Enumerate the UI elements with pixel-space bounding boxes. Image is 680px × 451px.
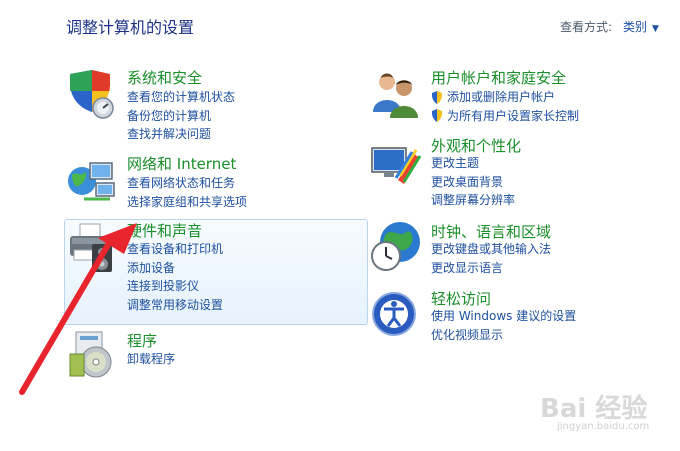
category-hardware-sound[interactable]: 硬件和声音 bbox=[127, 220, 202, 241]
link-screen-resolution[interactable]: 调整屏幕分辨率 bbox=[431, 191, 515, 210]
link-change-theme[interactable]: 更改主题 bbox=[431, 154, 515, 173]
baidu-watermark-url: jingyan.baidu.com bbox=[557, 421, 650, 432]
link-connect-projector[interactable]: 连接到投影仪 bbox=[127, 277, 223, 296]
link-homegroup-sharing[interactable]: 选择家庭组和共享选项 bbox=[127, 193, 247, 212]
link-troubleshoot[interactable]: 查找并解决问题 bbox=[127, 125, 235, 144]
appearance-icon[interactable] bbox=[370, 140, 422, 196]
ease-of-access-icon[interactable] bbox=[370, 290, 422, 346]
category-ease-of-access[interactable]: 轻松访问 bbox=[431, 288, 491, 309]
link-network-status[interactable]: 查看网络状态和任务 bbox=[127, 174, 247, 193]
category-appearance[interactable]: 外观和个性化 bbox=[431, 135, 521, 156]
printer-icon[interactable] bbox=[66, 222, 118, 278]
link-devices-printers[interactable]: 查看设备和打印机 bbox=[127, 240, 223, 259]
link-parental-controls[interactable]: 为所有用户设置家长控制 bbox=[431, 107, 579, 126]
chevron-down-icon: ▼ bbox=[652, 24, 659, 34]
link-parental-controls-label: 为所有用户设置家长控制 bbox=[447, 108, 580, 123]
users-icon[interactable] bbox=[370, 68, 422, 124]
page-title: 调整计算机的设置 bbox=[66, 18, 195, 37]
link-view-computer-status[interactable]: 查看您的计算机状态 bbox=[127, 88, 235, 107]
link-backup-computer[interactable]: 备份您的计算机 bbox=[127, 107, 235, 126]
uac-shield-icon bbox=[432, 109, 442, 123]
baidu-watermark: Bai 经验 bbox=[540, 394, 648, 424]
category-clock-language-region[interactable]: 时钟、语言和区域 bbox=[431, 221, 551, 242]
uac-shield-icon bbox=[432, 90, 442, 104]
programs-icon[interactable] bbox=[66, 328, 118, 384]
category-user-accounts[interactable]: 用户帐户和家庭安全 bbox=[431, 67, 566, 88]
category-programs[interactable]: 程序 bbox=[127, 330, 157, 351]
clock-globe-icon[interactable] bbox=[370, 220, 422, 276]
link-optimize-display[interactable]: 优化视频显示 bbox=[431, 326, 576, 345]
view-by-dropdown[interactable]: 类别 ▼ bbox=[623, 18, 659, 35]
link-add-remove-accounts-label: 添加或删除用户帐户 bbox=[447, 90, 556, 104]
link-change-keyboard[interactable]: 更改键盘或其他输入法 bbox=[431, 240, 551, 259]
link-change-display-language[interactable]: 更改显示语言 bbox=[431, 259, 551, 278]
network-icon[interactable] bbox=[66, 155, 118, 211]
view-by-label: 查看方式: bbox=[560, 20, 613, 34]
link-add-device[interactable]: 添加设备 bbox=[127, 259, 223, 278]
link-uninstall-program[interactable]: 卸载程序 bbox=[127, 350, 175, 369]
category-system-security[interactable]: 系统和安全 bbox=[127, 67, 202, 88]
category-network[interactable]: 网络和 Internet bbox=[127, 153, 236, 174]
view-by-value: 类别 bbox=[623, 20, 648, 34]
system-security-icon[interactable] bbox=[66, 68, 118, 124]
link-recommended-settings[interactable]: 使用 Windows 建议的设置 bbox=[431, 307, 576, 326]
link-mobility-settings[interactable]: 调整常用移动设置 bbox=[127, 296, 223, 315]
link-change-background[interactable]: 更改桌面背景 bbox=[431, 173, 515, 192]
link-add-remove-accounts[interactable]: 添加或删除用户帐户 bbox=[431, 88, 579, 107]
